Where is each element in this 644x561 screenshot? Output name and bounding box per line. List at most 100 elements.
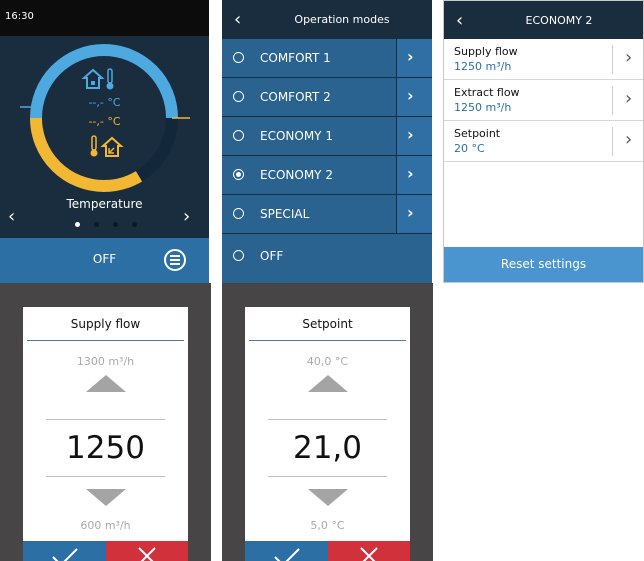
checkmark-icon [274, 548, 300, 561]
chevron-right-icon: › [407, 164, 414, 183]
reset-settings-button[interactable]: Reset settings [444, 247, 643, 282]
mode-settings-button[interactable]: › [396, 195, 432, 233]
mode-settings-button[interactable]: › [396, 78, 432, 116]
current-value: 1250 [66, 430, 145, 466]
back-icon[interactable]: ‹ [456, 10, 463, 31]
setting-label: Extract flow [454, 86, 520, 99]
operation-modes-screen: ‹ Operation modes COMFORT 1 › COMFORT 2 … [222, 0, 432, 283]
setting-value: 1250 m³/h [454, 101, 512, 114]
back-icon[interactable]: ‹ [234, 9, 241, 30]
indoor-temperature: --,- °C [88, 96, 121, 109]
thermometer-icon [106, 68, 114, 90]
picker-title: Setpoint [302, 317, 353, 331]
mode-special[interactable]: SPECIAL › [222, 194, 432, 233]
mode-economy-1[interactable]: ECONOMY 1 › [222, 116, 432, 155]
supply-flow-picker: Supply flow 1300 m³/h 1250 600 m³/h [0, 283, 211, 561]
picker-card: Setpoint 40,0 °C 21,0 5,0 °C [245, 307, 410, 561]
mode-off[interactable]: OFF [222, 233, 432, 283]
mode-label: ECONOMY 2 [260, 168, 333, 182]
header: ‹ Operation modes [222, 0, 432, 38]
chevron-right-icon: › [407, 203, 414, 222]
clock: 16:30 [5, 11, 34, 22]
chevron-right-icon: › [407, 125, 414, 144]
chevron-right-icon[interactable]: › [183, 206, 190, 227]
page-dot [75, 222, 80, 227]
radio-button[interactable] [233, 250, 244, 261]
divider [612, 45, 613, 74]
economy-2-screen: ‹ ECONOMY 2 Supply flow 1250 m³/h › Extr… [443, 0, 644, 283]
divider [268, 419, 387, 420]
status-bar: 16:30 [0, 0, 209, 36]
checkmark-icon [52, 548, 78, 561]
setting-extract-flow[interactable]: Extract flow 1250 m³/h › [444, 80, 643, 121]
mode-settings-button[interactable]: › [396, 156, 432, 194]
chevron-right-icon[interactable]: › [625, 129, 632, 150]
radio-button-selected[interactable] [233, 169, 244, 180]
cancel-button[interactable] [106, 541, 188, 561]
radio-button[interactable] [233, 52, 244, 63]
setting-setpoint[interactable]: Setpoint 20 °C › [444, 121, 643, 162]
house-outdoor-icon [100, 136, 124, 157]
confirm-button[interactable] [23, 541, 106, 561]
confirm-button[interactable] [245, 541, 328, 561]
divider [46, 476, 165, 477]
mode-label: COMFORT 1 [260, 51, 331, 65]
chevron-right-icon: › [407, 47, 414, 66]
title-underline [249, 340, 406, 341]
chevron-left-icon[interactable]: ‹ [8, 206, 15, 227]
setting-label: Supply flow [454, 45, 518, 58]
title-underline [27, 340, 184, 341]
decrease-arrow-icon[interactable] [308, 489, 348, 506]
house-indoor-icon [81, 68, 105, 89]
close-icon [360, 547, 378, 561]
setpoint-picker: Setpoint 40,0 °C 21,0 5,0 °C [222, 283, 433, 561]
max-value: 40,0 °C [306, 355, 349, 368]
chevron-right-icon[interactable]: › [625, 47, 632, 68]
mode-label: SPECIAL [260, 207, 310, 221]
divider [46, 419, 165, 420]
divider [612, 127, 613, 156]
picker-title: Supply flow [70, 317, 141, 331]
picker-card: Supply flow 1300 m³/h 1250 600 m³/h [23, 307, 188, 561]
mode-comfort-1[interactable]: COMFORT 1 › [222, 38, 432, 77]
divider [612, 86, 613, 115]
chevron-right-icon: › [407, 86, 414, 105]
min-value: 600 m³/h [80, 519, 131, 532]
outdoor-temperature: --,- °C [88, 115, 121, 128]
mode-label: OFF [260, 249, 284, 263]
radio-button[interactable] [233, 130, 244, 141]
menu-icon[interactable] [164, 249, 186, 271]
mode-label: COMFORT 2 [260, 90, 331, 104]
outdoor-arc [30, 117, 178, 192]
max-value: 1300 m³/h [76, 355, 135, 368]
page-indicator [72, 222, 138, 228]
current-value: 21,0 [292, 430, 363, 466]
screen-label: Temperature [66, 197, 143, 211]
header: ‹ ECONOMY 2 [444, 1, 643, 39]
thermometer-outdoor-icon [90, 135, 98, 157]
page-dot [94, 222, 99, 227]
setting-value: 20 °C [454, 142, 485, 155]
chevron-right-icon[interactable]: › [625, 88, 632, 109]
setting-label: Setpoint [454, 127, 501, 140]
mode-economy-2[interactable]: ECONOMY 2 › [222, 155, 432, 194]
decrease-arrow-icon[interactable] [86, 489, 126, 506]
mode-settings-button[interactable]: › [396, 117, 432, 155]
setting-value: 1250 m³/h [454, 60, 512, 73]
cancel-button[interactable] [328, 541, 410, 561]
increase-arrow-icon[interactable] [308, 375, 348, 392]
min-value: 5,0 °C [310, 519, 345, 532]
page-title: Operation modes [294, 13, 390, 26]
page-dot [132, 222, 137, 227]
increase-arrow-icon[interactable] [86, 375, 126, 392]
mode-settings-button[interactable]: › [396, 39, 432, 77]
radio-button[interactable] [233, 91, 244, 102]
mode-comfort-2[interactable]: COMFORT 2 › [222, 77, 432, 116]
mode-label: ECONOMY 1 [260, 129, 333, 143]
radio-button[interactable] [233, 208, 244, 219]
page-dot [113, 222, 118, 227]
bottom-bar: OFF [0, 238, 209, 283]
close-icon [138, 547, 156, 561]
setting-supply-flow[interactable]: Supply flow 1250 m³/h › [444, 39, 643, 80]
page-title: ECONOMY 2 [525, 14, 593, 27]
